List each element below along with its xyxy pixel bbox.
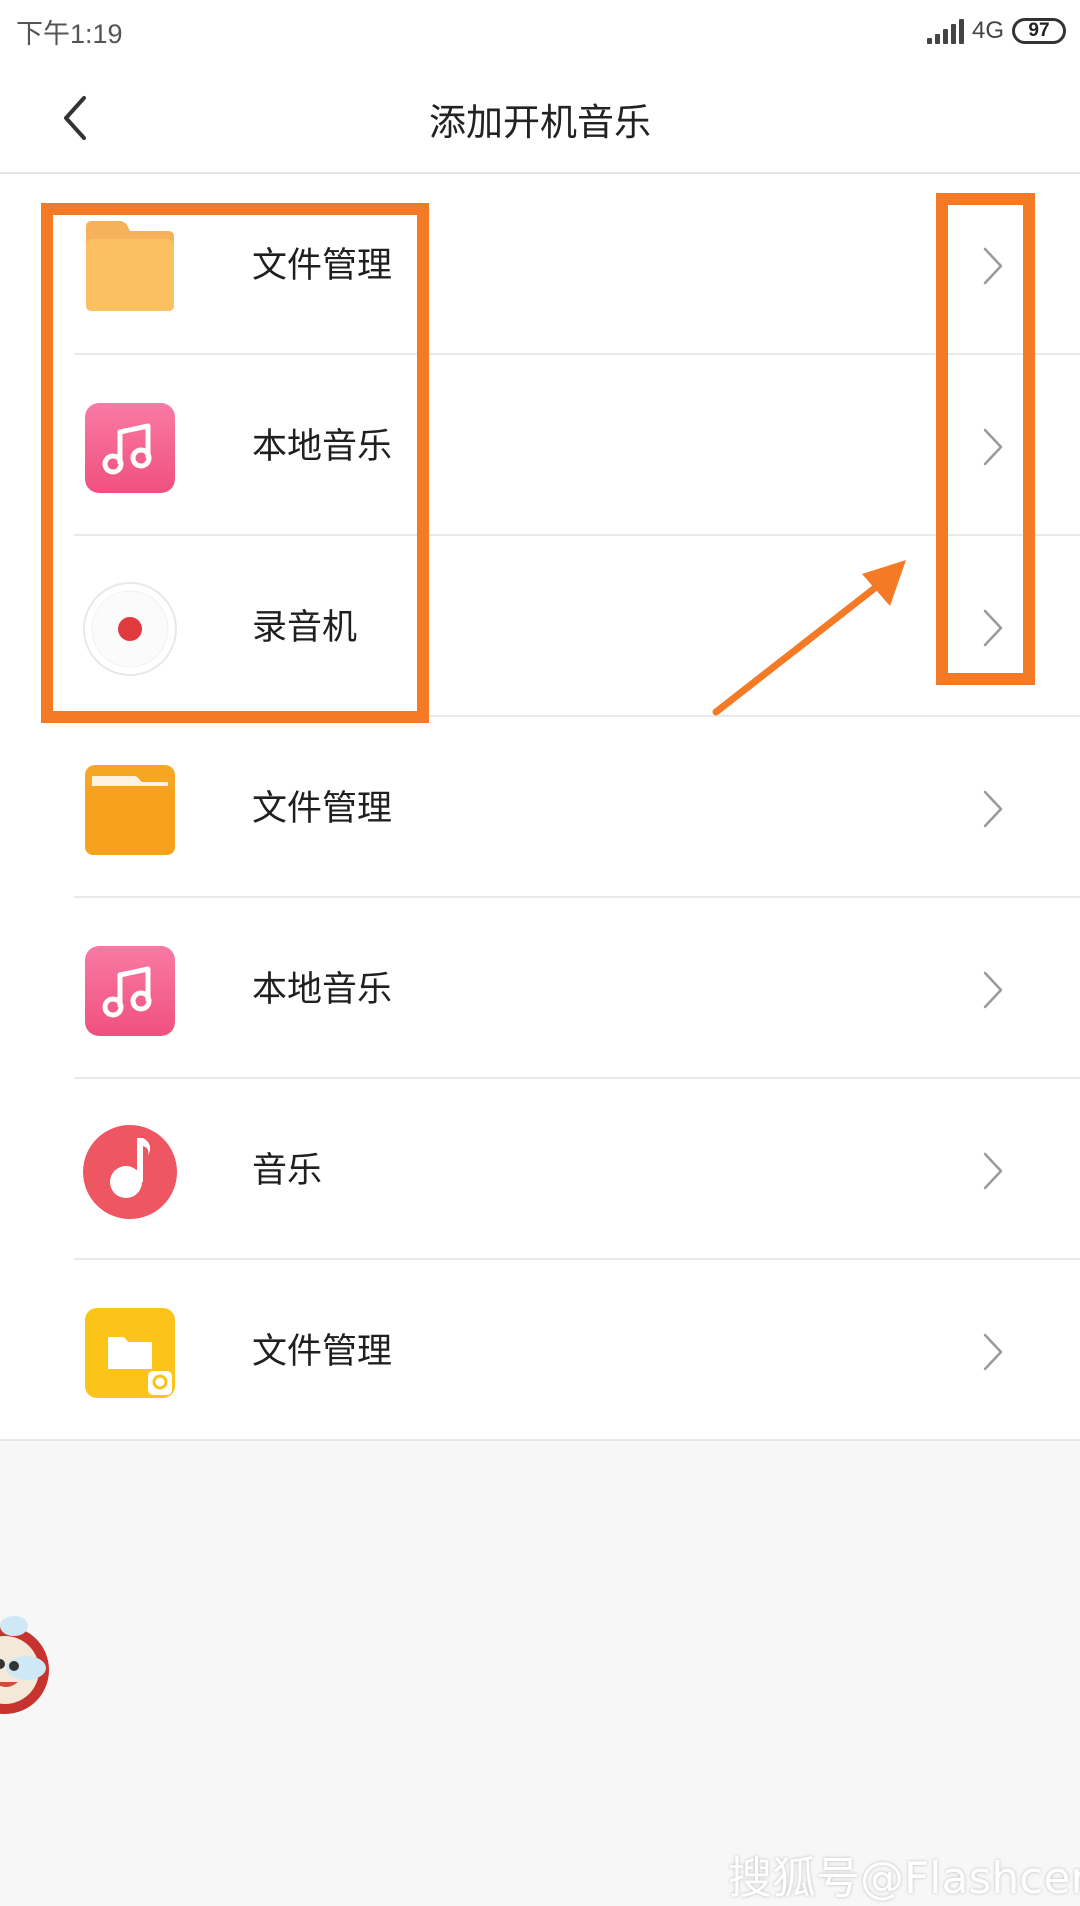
page-title: 添加开机音乐 [429,101,651,144]
list-item-label: 文件管理 [252,789,393,829]
network-type: 4G [971,17,1004,44]
chevron-right-icon [983,790,1003,828]
battery-level: 97 [1028,20,1050,41]
app-source-list: 文件管理 本地音乐 录音机 文件管理 本地音乐 音乐 文件管理 [0,174,1080,1441]
music-note-icon [85,946,175,1036]
chevron-right-icon [983,971,1003,1009]
chevron-right-icon [983,1152,1003,1190]
chevron-right-icon [983,1333,1003,1371]
status-bar: 下午1:19 4G 97 [0,0,1080,64]
list-item-label: 文件管理 [252,246,393,286]
chevron-right-icon [983,428,1003,466]
list-item-music[interactable]: 音乐 [0,1079,1080,1260]
header-bar: 添加开机音乐 [0,64,1080,174]
list-item-label: 本地音乐 [252,970,393,1010]
list-item-file-manager-2[interactable]: 文件管理 [0,717,1080,898]
list-item-recorder[interactable]: 录音机 [0,536,1080,717]
status-time: 下午1:19 [16,19,123,49]
list-item-file-manager[interactable]: 文件管理 [0,174,1080,355]
folder-icon [86,221,174,311]
list-item-label: 音乐 [252,1151,323,1191]
list-item-local-music-2[interactable]: 本地音乐 [0,898,1080,1079]
list-item-label: 本地音乐 [252,427,393,467]
status-indicators: 4G 97 [926,14,1066,48]
list-item-label: 录音机 [252,608,358,648]
mascot-sticker-icon [0,1616,49,1714]
folder-icon [85,765,175,855]
signal-icon [926,18,964,44]
chevron-right-icon [983,609,1003,647]
list-item-label: 文件管理 [252,1332,393,1372]
list-item-local-music[interactable]: 本地音乐 [0,355,1080,536]
qq-folder-icon [85,1308,175,1398]
music-note-icon [85,403,175,493]
list-item-file-manager-3[interactable]: 文件管理 [0,1260,1080,1441]
music-app-icon [83,1125,177,1219]
recorder-icon [83,582,177,676]
chevron-right-icon [983,247,1003,285]
row-divider [0,1439,1080,1441]
battery-icon: 97 [1012,18,1066,44]
watermark-text: 搜狐号@Flashcer [728,1853,1080,1904]
